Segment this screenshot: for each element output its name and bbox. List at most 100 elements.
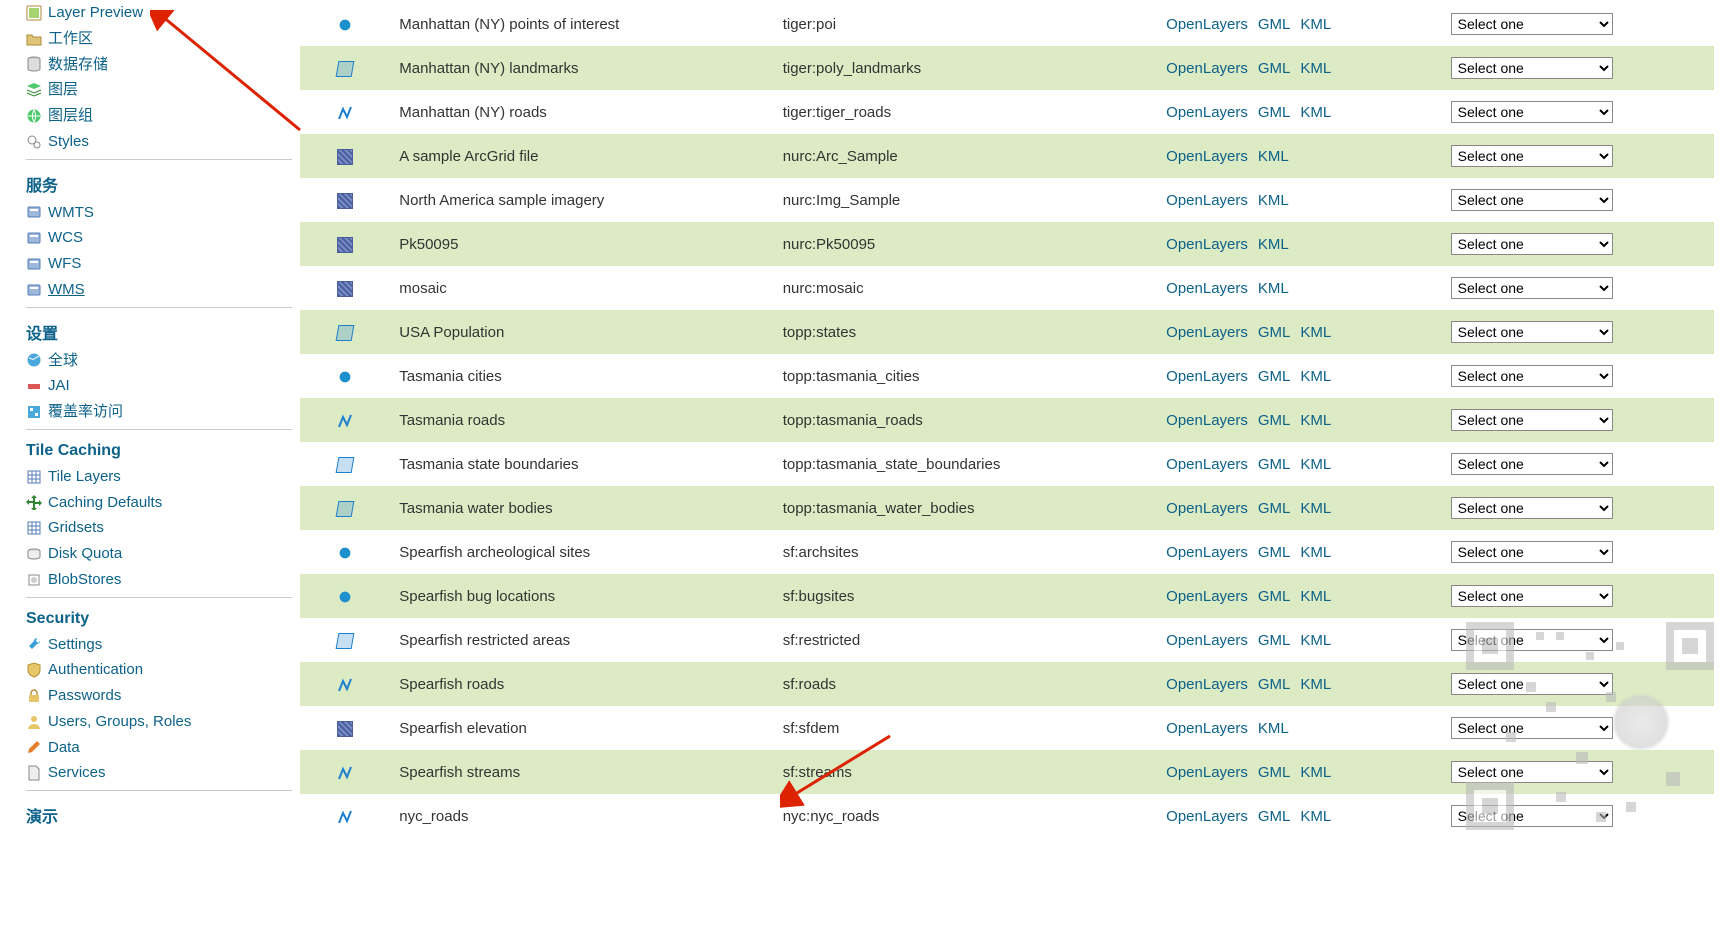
- format-link-kml[interactable]: KML: [1258, 236, 1289, 253]
- format-select[interactable]: Select one: [1451, 409, 1613, 431]
- sidebar-item-label[interactable]: Gridsets: [48, 517, 104, 539]
- format-link-gml[interactable]: GML: [1258, 676, 1291, 693]
- sidebar-item[interactable]: 数据存储: [26, 52, 292, 78]
- format-link-ol[interactable]: OpenLayers: [1166, 588, 1248, 605]
- format-select[interactable]: Select one: [1451, 805, 1613, 827]
- format-link-gml[interactable]: GML: [1258, 456, 1291, 473]
- format-link-gml[interactable]: GML: [1258, 412, 1291, 429]
- format-select[interactable]: Select one: [1451, 101, 1613, 123]
- sidebar-item[interactable]: Caching Defaults: [26, 490, 292, 516]
- sidebar-item[interactable]: Tile Layers: [26, 464, 292, 490]
- format-link-ol[interactable]: OpenLayers: [1166, 280, 1248, 297]
- sidebar-item-label[interactable]: 数据存储: [48, 54, 108, 76]
- format-link-ol[interactable]: OpenLayers: [1166, 60, 1248, 77]
- sidebar-item[interactable]: 全球: [26, 348, 292, 374]
- format-link-gml[interactable]: GML: [1258, 104, 1291, 121]
- sidebar-item-label[interactable]: WCS: [48, 227, 83, 249]
- sidebar-item-label[interactable]: WFS: [48, 253, 81, 275]
- sidebar-item[interactable]: 工作区: [26, 26, 292, 52]
- sidebar-item-label[interactable]: Data: [48, 737, 80, 759]
- sidebar-item-label[interactable]: 图层组: [48, 105, 93, 127]
- sidebar-item[interactable]: 覆盖率访问: [26, 399, 292, 425]
- format-link-kml[interactable]: KML: [1258, 148, 1289, 165]
- format-link-ol[interactable]: OpenLayers: [1166, 764, 1248, 781]
- sidebar-item[interactable]: BlobStores: [26, 567, 292, 593]
- format-link-kml[interactable]: KML: [1258, 280, 1289, 297]
- sidebar-item[interactable]: Data: [26, 735, 292, 761]
- format-link-ol[interactable]: OpenLayers: [1166, 368, 1248, 385]
- format-link-kml[interactable]: KML: [1258, 720, 1289, 737]
- format-link-kml[interactable]: KML: [1300, 544, 1331, 561]
- format-link-kml[interactable]: KML: [1300, 412, 1331, 429]
- sidebar-item-label[interactable]: JAI: [48, 375, 70, 397]
- format-link-gml[interactable]: GML: [1258, 808, 1291, 825]
- sidebar-item[interactable]: 图层组: [26, 103, 292, 129]
- format-select[interactable]: Select one: [1451, 365, 1613, 387]
- format-select[interactable]: Select one: [1451, 277, 1613, 299]
- sidebar-item-label[interactable]: 工作区: [48, 28, 93, 50]
- format-link-ol[interactable]: OpenLayers: [1166, 16, 1248, 33]
- format-link-ol[interactable]: OpenLayers: [1166, 412, 1248, 429]
- format-link-ol[interactable]: OpenLayers: [1166, 720, 1248, 737]
- sidebar-item-label[interactable]: Layer Preview: [48, 2, 143, 24]
- format-link-kml[interactable]: KML: [1300, 676, 1331, 693]
- format-select[interactable]: Select one: [1451, 453, 1613, 475]
- sidebar-item[interactable]: Authentication: [26, 657, 292, 683]
- format-link-gml[interactable]: GML: [1258, 764, 1291, 781]
- sidebar-item[interactable]: WCS: [26, 225, 292, 251]
- sidebar-item[interactable]: Passwords: [26, 683, 292, 709]
- format-link-kml[interactable]: KML: [1300, 808, 1331, 825]
- sidebar-item[interactable]: Gridsets: [26, 515, 292, 541]
- sidebar-item-label[interactable]: Users, Groups, Roles: [48, 711, 191, 733]
- format-link-ol[interactable]: OpenLayers: [1166, 192, 1248, 209]
- sidebar-item-label[interactable]: BlobStores: [48, 569, 121, 591]
- format-select[interactable]: Select one: [1451, 673, 1613, 695]
- format-link-gml[interactable]: GML: [1258, 324, 1291, 341]
- format-link-kml[interactable]: KML: [1300, 324, 1331, 341]
- sidebar-item-label[interactable]: Disk Quota: [48, 543, 122, 565]
- format-link-ol[interactable]: OpenLayers: [1166, 676, 1248, 693]
- sidebar-item[interactable]: WMTS: [26, 200, 292, 226]
- format-select[interactable]: Select one: [1451, 321, 1613, 343]
- sidebar-item[interactable]: Layer Preview: [26, 0, 292, 26]
- sidebar-item[interactable]: Services: [26, 760, 292, 786]
- sidebar-item-label[interactable]: Settings: [48, 634, 102, 656]
- format-link-ol[interactable]: OpenLayers: [1166, 236, 1248, 253]
- sidebar-item[interactable]: 图层: [26, 77, 292, 103]
- format-link-ol[interactable]: OpenLayers: [1166, 632, 1248, 649]
- format-link-ol[interactable]: OpenLayers: [1166, 104, 1248, 121]
- sidebar-item-label[interactable]: WMTS: [48, 202, 94, 224]
- format-link-gml[interactable]: GML: [1258, 60, 1291, 77]
- format-link-gml[interactable]: GML: [1258, 632, 1291, 649]
- format-link-kml[interactable]: KML: [1300, 368, 1331, 385]
- sidebar-item-label[interactable]: 图层: [48, 79, 78, 101]
- format-link-ol[interactable]: OpenLayers: [1166, 500, 1248, 517]
- sidebar-item[interactable]: Users, Groups, Roles: [26, 709, 292, 735]
- format-link-gml[interactable]: GML: [1258, 544, 1291, 561]
- sidebar-item[interactable]: Styles: [26, 129, 292, 155]
- sidebar-item-label[interactable]: Tile Layers: [48, 466, 121, 488]
- format-link-kml[interactable]: KML: [1300, 632, 1331, 649]
- format-link-ol[interactable]: OpenLayers: [1166, 808, 1248, 825]
- format-link-gml[interactable]: GML: [1258, 16, 1291, 33]
- format-link-kml[interactable]: KML: [1300, 500, 1331, 517]
- format-link-kml[interactable]: KML: [1300, 104, 1331, 121]
- format-select[interactable]: Select one: [1451, 233, 1613, 255]
- format-link-kml[interactable]: KML: [1300, 588, 1331, 605]
- format-link-kml[interactable]: KML: [1300, 60, 1331, 77]
- sidebar-item[interactable]: WMS: [26, 277, 292, 303]
- format-link-ol[interactable]: OpenLayers: [1166, 148, 1248, 165]
- format-link-ol[interactable]: OpenLayers: [1166, 324, 1248, 341]
- format-link-kml[interactable]: KML: [1300, 764, 1331, 781]
- format-link-ol[interactable]: OpenLayers: [1166, 456, 1248, 473]
- format-select[interactable]: Select one: [1451, 761, 1613, 783]
- sidebar-item-label[interactable]: WMS: [48, 279, 85, 301]
- sidebar-item-label[interactable]: 全球: [48, 350, 78, 372]
- sidebar-item-label[interactable]: Services: [48, 762, 106, 784]
- sidebar-item-label[interactable]: Styles: [48, 131, 89, 153]
- format-select[interactable]: Select one: [1451, 717, 1613, 739]
- format-link-kml[interactable]: KML: [1300, 456, 1331, 473]
- sidebar-item-label[interactable]: Passwords: [48, 685, 121, 707]
- format-select[interactable]: Select one: [1451, 629, 1613, 651]
- format-link-kml[interactable]: KML: [1300, 16, 1331, 33]
